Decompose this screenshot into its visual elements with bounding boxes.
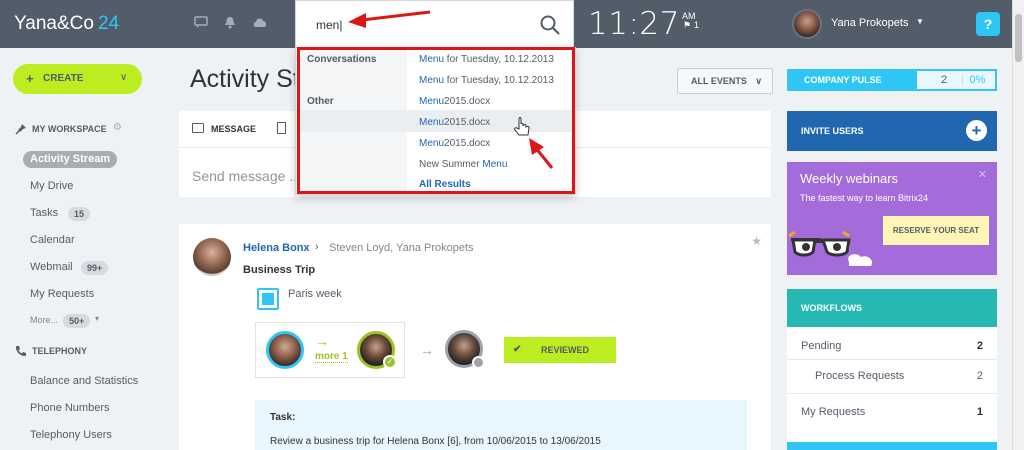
- close-icon[interactable]: ✕: [978, 168, 987, 181]
- sidebar-item-balance-statistics[interactable]: Balance and Statistics: [30, 375, 138, 387]
- pulse-count: 2: [940, 74, 948, 86]
- top-header: Yana&Co24 11:27 AM ⚑ 1 Yana Prokopets ▼ …: [0, 0, 1012, 48]
- task-label: Task:: [270, 412, 296, 423]
- pin-icon: [15, 123, 27, 138]
- flag-icon[interactable]: ⚑: [683, 20, 691, 31]
- workflows-title: WORKFLOWS: [801, 303, 862, 313]
- cloud-icon[interactable]: [252, 16, 268, 32]
- post-title: Business Trip: [243, 264, 316, 276]
- chevron-down-icon: ∨: [120, 72, 128, 83]
- check-icon: ✓: [383, 355, 397, 369]
- sidebar-item-my-drive[interactable]: My Drive: [30, 180, 73, 192]
- all-events-label: ALL EVENTS: [691, 76, 747, 86]
- user-menu-caret-icon[interactable]: ▼: [916, 17, 924, 26]
- chevron-down-icon[interactable]: ▾: [95, 314, 99, 323]
- create-button[interactable]: + CREATE ∨: [13, 64, 142, 94]
- workflow-value: 2: [976, 370, 983, 382]
- invite-users-panel[interactable]: INVITE USERS +: [787, 111, 997, 151]
- glasses-illustration-icon: [788, 230, 873, 266]
- next-widget-strip: [787, 442, 997, 450]
- sidebar-item-activity-stream[interactable]: Activity Stream: [23, 151, 118, 168]
- phone-icon: [15, 345, 27, 360]
- sidebar-item-webmail[interactable]: Webmail: [30, 261, 73, 273]
- reserve-seat-button[interactable]: RESERVE YOUR SEAT: [883, 216, 989, 245]
- workflow-value: 1: [976, 406, 983, 418]
- flow-avatar-initiator[interactable]: [266, 331, 304, 369]
- workflows-header[interactable]: WORKFLOWS: [787, 289, 997, 327]
- chevron-right-icon: ›: [315, 241, 319, 253]
- page-scrollbar[interactable]: [1012, 0, 1024, 450]
- workflow-label: Pending: [801, 340, 842, 352]
- company-pulse[interactable]: COMPANY PULSE 2 0%: [787, 69, 997, 91]
- pulse-percent: 0%: [962, 74, 992, 86]
- sidebar-item-tasks[interactable]: Tasks: [30, 207, 58, 219]
- search-box[interactable]: [295, 0, 574, 48]
- plus-icon[interactable]: +: [966, 120, 987, 141]
- task-text: Review a business trip for Helena Bonx […: [270, 436, 601, 447]
- workflows-panel: WORKFLOWS Pending 2 Process Requests 2 My …: [787, 289, 997, 450]
- clock-icon: [472, 356, 485, 369]
- sidebar-item-calendar[interactable]: Calendar: [30, 234, 75, 246]
- search-icon[interactable]: [539, 14, 561, 36]
- post-author[interactable]: Helena Bonx: [243, 242, 310, 254]
- check-icon: ✔: [513, 344, 522, 355]
- bell-icon[interactable]: [222, 16, 238, 32]
- message-icon: [192, 123, 204, 133]
- reviewed-status: ✔ REVIEWED: [504, 337, 616, 363]
- more-counter: 50+: [63, 314, 91, 328]
- search-input[interactable]: [316, 15, 516, 35]
- create-label: CREATE: [43, 73, 84, 84]
- chevron-down-icon: ∨: [755, 76, 762, 86]
- more-approvers-link[interactable]: more 1: [315, 351, 348, 363]
- webinar-title: Weekly webinars: [800, 171, 899, 186]
- approval-flow: → more 1 ✓: [255, 322, 405, 378]
- webinar-banner: Weekly webinars The fastest way to learn…: [787, 162, 997, 275]
- company-logo[interactable]: Yana&Co 24: [14, 13, 119, 35]
- tasks-counter: 15: [68, 207, 91, 221]
- post-subtitle: Paris week: [288, 288, 342, 300]
- logo-number: 24: [97, 13, 120, 34]
- sidebar-item-my-requests[interactable]: My Requests: [30, 288, 94, 300]
- my-workspace-title[interactable]: MY WORKSPACE: [32, 124, 107, 134]
- arrow-right-icon: →: [315, 333, 329, 349]
- pulse-stats: 2 0%: [917, 71, 995, 89]
- plus-icon: +: [26, 71, 34, 86]
- user-avatar[interactable]: [792, 9, 822, 39]
- page-title: Activity St: [190, 65, 300, 93]
- workflow-divider: [787, 393, 997, 394]
- workflow-label: My Requests: [801, 406, 866, 418]
- file-icon[interactable]: [277, 122, 286, 134]
- annotation-highlight-frame: [297, 47, 575, 194]
- sidebar-item-telephony-users[interactable]: Telephony Users: [30, 429, 112, 441]
- gear-icon[interactable]: ⚙: [113, 122, 122, 133]
- all-events-filter[interactable]: ALL EVENTS ∨: [677, 68, 773, 94]
- workflow-label: Process Requests: [815, 370, 905, 382]
- flag-count: 1: [694, 20, 700, 30]
- sidebar-item-phone-numbers[interactable]: Phone Numbers: [30, 402, 110, 414]
- star-icon[interactable]: ★: [751, 234, 762, 248]
- workflow-value: 2: [976, 340, 983, 352]
- post-recipients[interactable]: Steven Loyd, Yana Prokopets: [329, 242, 474, 254]
- help-button[interactable]: ?: [976, 12, 1000, 36]
- scrollbar-thumb[interactable]: [1015, 14, 1022, 62]
- webmail-counter: 99+: [81, 261, 109, 275]
- task-block: Task: Review a business trip for Helena …: [255, 400, 747, 450]
- company-pulse-label: COMPANY PULSE: [804, 75, 882, 85]
- composer-tab-message[interactable]: MESSAGE: [211, 124, 256, 134]
- logo-name: Yana&Co: [14, 13, 94, 34]
- user-name[interactable]: Yana Prokopets: [831, 17, 908, 29]
- chat-icon[interactable]: [193, 16, 209, 32]
- reviewed-label: REVIEWED: [541, 345, 590, 355]
- workflow-divider: [787, 359, 997, 360]
- invite-users-label: INVITE USERS: [801, 126, 864, 136]
- workflow-icon: [257, 288, 279, 310]
- clock-time: 11:27: [588, 6, 680, 42]
- arrow-right-icon: →: [420, 342, 434, 358]
- webinar-subtitle: The fastest way to learn Bitrix24: [800, 193, 929, 203]
- author-avatar[interactable]: [193, 238, 231, 276]
- telephony-title[interactable]: TELEPHONY: [32, 346, 87, 356]
- composer-input[interactable]: Send message ...: [192, 168, 301, 184]
- feed-post: Helena Bonx › Steven Loyd, Yana Prokopet…: [179, 224, 771, 450]
- sidebar-item-more[interactable]: More...: [30, 315, 58, 325]
